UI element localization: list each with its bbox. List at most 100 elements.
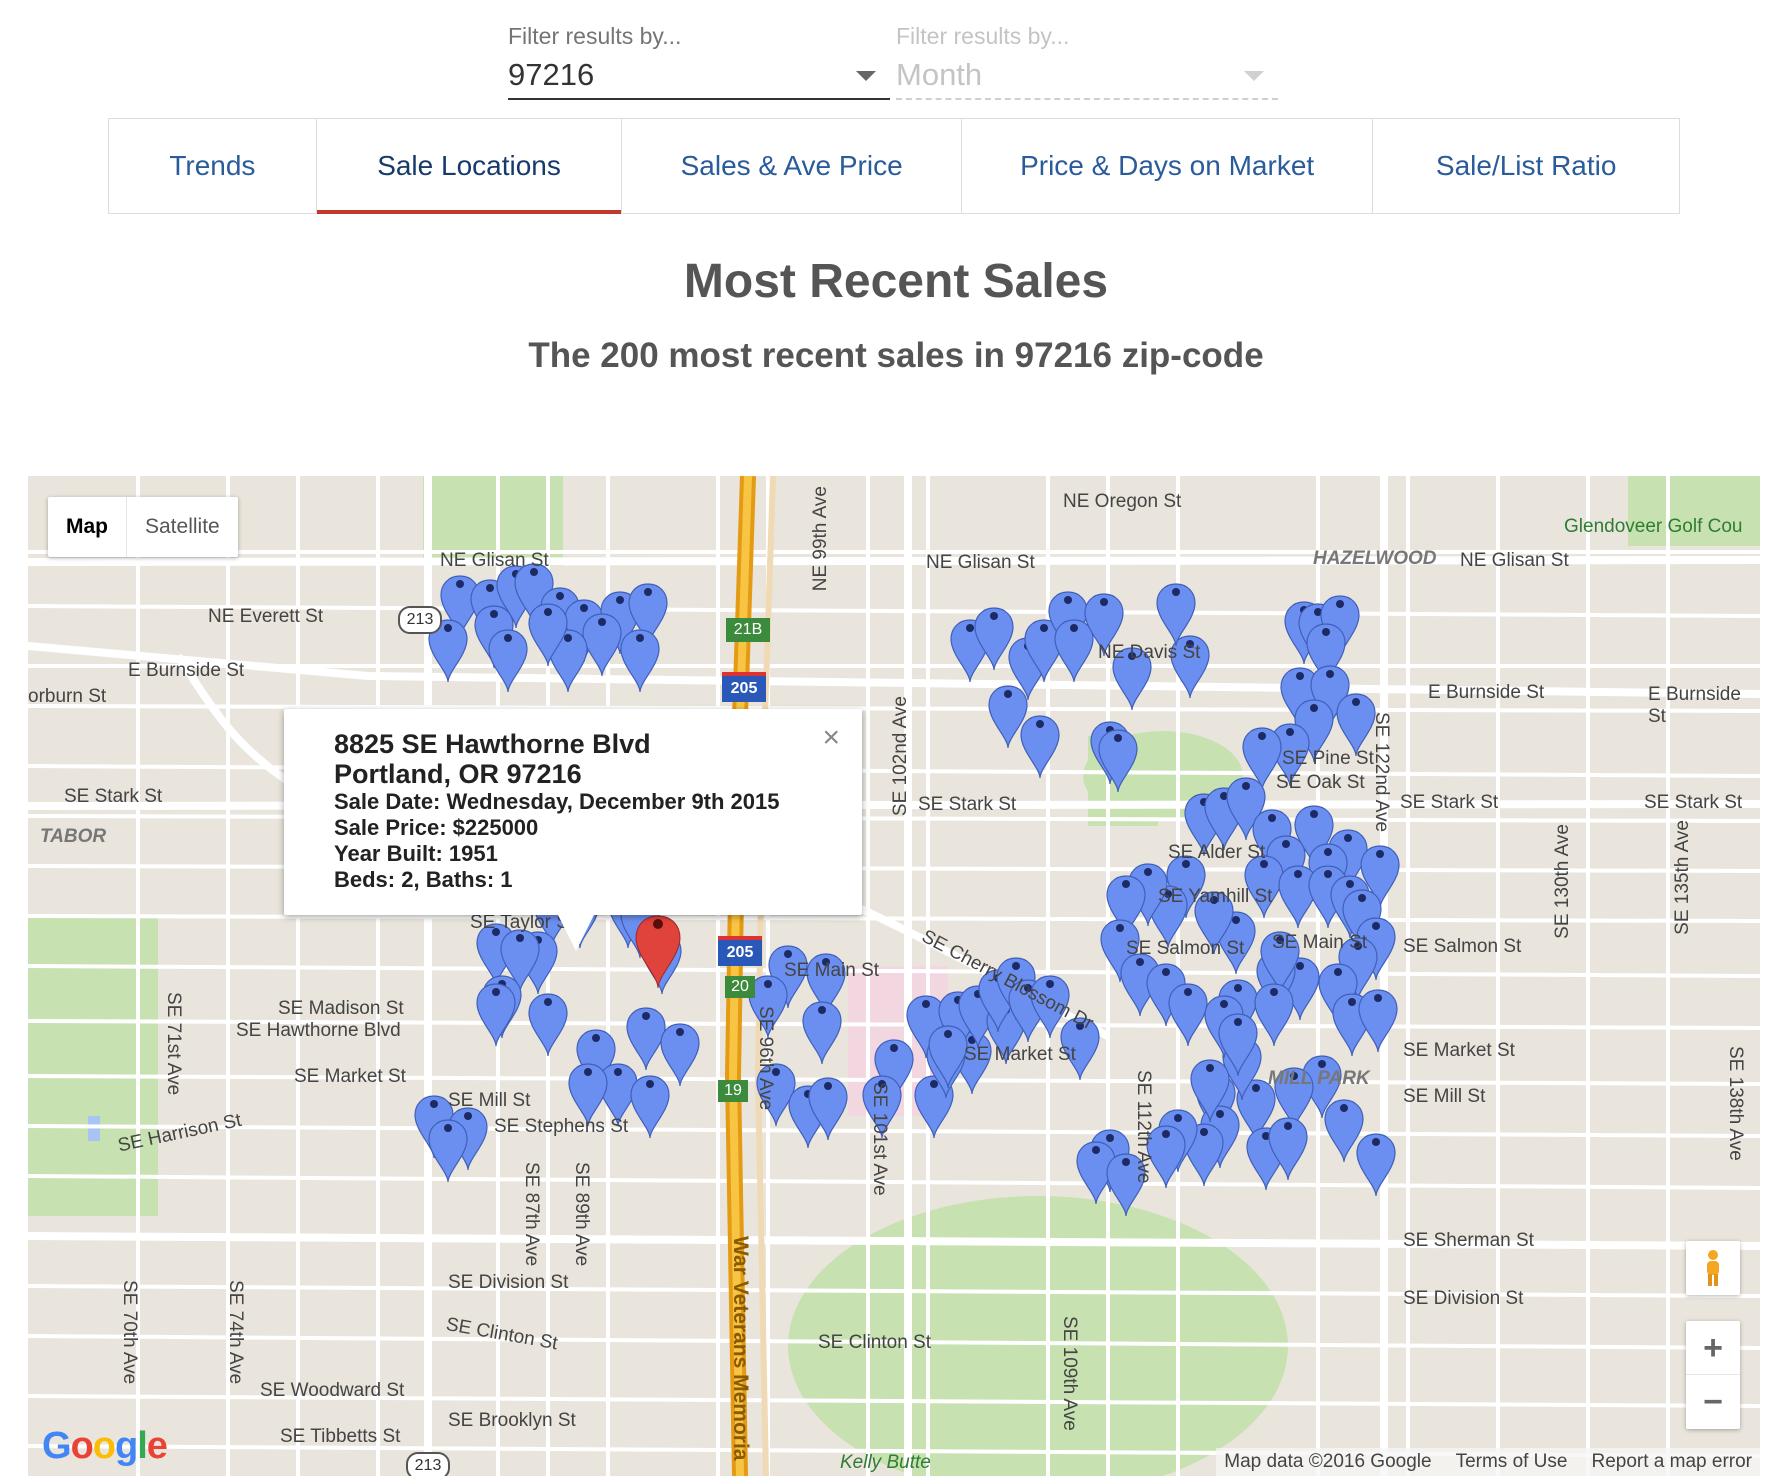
sale-marker[interactable] [626,1007,666,1071]
info-window-pointer [558,915,594,951]
sale-marker[interactable] [488,629,528,693]
map-type-satellite-button[interactable]: Satellite [126,497,238,557]
street-label: SE Mill St [1403,1086,1486,1107]
route-shield: 205 [722,672,766,702]
street-label: SE Hawthorne Blvd [236,1020,401,1041]
street-label: SE Main St [784,960,880,981]
route-shield: 21B [726,618,770,642]
map-attribution: Map data ©2016 Google Terms of Use Repor… [1216,1448,1760,1476]
sale-marker[interactable] [1254,983,1294,1047]
street-label: orburn St [28,686,107,707]
info-sale-price: Sale Price: $225000 [334,815,539,840]
close-icon[interactable]: × [822,723,840,753]
street-label: TABOR [40,826,107,847]
zoom-control: + − [1686,1321,1740,1429]
route-shield: 19 [718,1080,748,1102]
street-label: SE Stark St [1400,792,1499,813]
street-label: MILL PARK [1268,1068,1370,1089]
month-filter-select: Month [896,52,1278,100]
street-label: NE Everett St [208,606,324,627]
street-label: SE Main St [1272,932,1368,953]
street-label: E Burnside St [1648,684,1741,727]
street-label: SE Alder St [1168,842,1266,863]
zip-filter-label: Filter results by... [508,23,682,49]
street-label: HAZELWOOD [1313,548,1437,569]
zoom-out-button[interactable]: − [1686,1375,1740,1429]
zip-filter[interactable]: Filter results by... 97216 [508,20,890,100]
zoom-in-button[interactable]: + [1686,1321,1740,1375]
sale-marker[interactable] [428,1119,468,1183]
street-label: SE 96th Ave [755,1006,776,1111]
selected-marker[interactable] [635,915,681,989]
street-label: NE Glisan St [926,552,1035,573]
sale-marker[interactable] [1168,983,1208,1047]
street-label: SE Stark St [918,794,1017,815]
street-label: SE Stark St [64,786,163,807]
street-label: SE Market St [1403,1040,1515,1061]
street-label: SE Yamhill St [1158,886,1273,907]
street-label: SE Sherman St [1403,1230,1534,1251]
street-label: Glendoveer Golf Cou [1564,516,1743,537]
route-shield: 213 [406,1452,450,1476]
street-label: SE Tibbetts St [280,1426,401,1447]
street-view-pegman-button[interactable] [1686,1241,1740,1295]
map-type-map-button[interactable]: Map [48,497,126,557]
street-label: SE Market St [964,1044,1076,1065]
street-label: SE 138th Ave [1725,1046,1746,1161]
sale-info-window: 8825 SE Hawthorne Blvd Portland, OR 9721… [284,709,862,951]
street-label: SE Division St [448,1272,569,1293]
street-label: SE 135th Ave [1672,820,1693,935]
street-label: SE 89th Ave [571,1162,592,1267]
sales-map[interactable]: NE Oregon St NE Glisan St NE Glisan St H… [28,476,1760,1476]
tab-price-days-on-market[interactable]: Price & Days on Market [962,119,1374,213]
info-beds-baths: Beds: 2, Baths: 1 [334,867,513,892]
street-label: SE 74th Ave [225,1280,246,1385]
street-label: SE 101st Ave [869,1082,890,1196]
info-year-built: Year Built: 1951 [334,841,498,866]
info-sale-date: Sale Date: Wednesday, December 9th 2015 [334,789,780,814]
street-label: SE Brooklyn St [448,1410,576,1431]
chevron-down-icon [856,71,876,81]
route-shield: 205 [718,936,762,966]
page-title: Most Recent Sales [683,255,1109,308]
sale-marker[interactable] [1020,715,1060,779]
street-label: NE Glisan St [440,550,549,571]
report-map-error-link[interactable]: Report a map error [1591,1448,1752,1476]
street-label: SE 70th Ave [119,1280,140,1385]
info-address-line2: Portland, OR 97216 [334,759,582,789]
month-filter-label: Filter results by... [896,23,1070,49]
street-label: SE Salmon St [1403,936,1522,957]
street-label: NE 99th Ave [810,486,831,592]
sale-marker[interactable] [528,993,568,1057]
sale-marker[interactable] [476,983,516,1047]
street-label: SE Woodward St [260,1380,405,1401]
zip-filter-value: 97216 [508,57,595,92]
street-label: SE Market St [294,1066,406,1087]
terms-of-use-link[interactable]: Terms of Use [1456,1448,1568,1476]
sale-marker[interactable] [660,1023,700,1087]
pegman-icon [1707,1250,1719,1286]
chevron-down-icon [1244,71,1264,81]
tab-sale-locations[interactable]: Sale Locations [316,119,623,214]
map-type-control: Map Satellite [48,497,238,557]
street-label: E Burnside St [128,660,245,681]
tab-sale-list-ratio[interactable]: Sale/List Ratio [1373,119,1679,213]
tab-sales-ave-price[interactable]: Sales & Ave Price [622,119,962,213]
street-label: SE Clinton St [818,1332,931,1353]
street-label: SE Division St [1403,1288,1524,1309]
street-label: War Veterans Memoria [729,1236,752,1461]
street-label: E Burnside St [1428,682,1545,703]
sale-marker[interactable] [802,1001,842,1065]
tab-trends[interactable]: Trends [109,119,317,213]
street-label: SE Mill St [448,1090,531,1111]
street-label: SE Stark St [1644,792,1743,813]
street-label: SE Pine St [1282,748,1374,769]
info-window-body: 8825 SE Hawthorne Blvd Portland, OR 9721… [334,729,780,893]
route-shield: 20 [725,976,755,998]
sale-marker[interactable] [1054,619,1094,683]
month-filter: Filter results by... Month [896,20,1278,100]
street-label: Kelly Butte [840,1452,931,1473]
zip-filter-select[interactable]: 97216 [508,52,890,100]
sale-marker[interactable] [1358,989,1398,1053]
tab-bar: Trends Sale Locations Sales & Ave Price … [108,118,1680,214]
